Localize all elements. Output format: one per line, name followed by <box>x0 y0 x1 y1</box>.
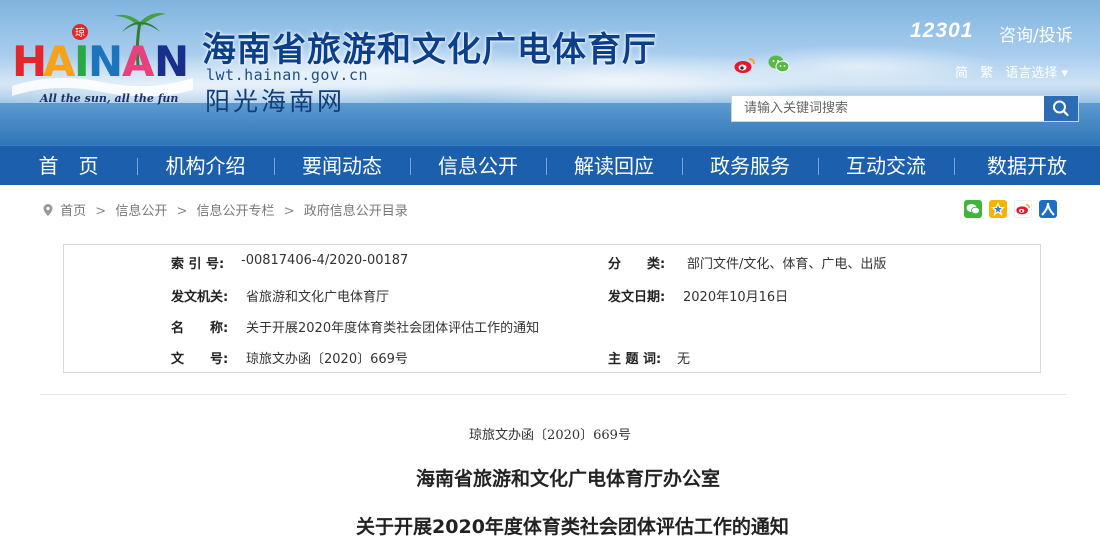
nav-interaction[interactable]: 互动交流 <box>818 146 954 186</box>
meta-row: 发文机关: 省旅游和文化广电体育厅 发文日期: 2020年10月16日 <box>64 286 1040 316</box>
breadcrumb-info-column[interactable]: 信息公开专栏 <box>197 204 275 219</box>
weibo-share-icon[interactable] <box>1014 200 1032 218</box>
document-number: 琼旅文办函〔2020〕669号 <box>469 428 631 443</box>
consult-complaint-link[interactable]: 咨询/投诉 <box>999 21 1073 46</box>
lang-simplified[interactable]: 简 <box>955 66 968 81</box>
meta-row: 文 号: 琼旅文办函〔2020〕669号 主 题 词: 无 <box>64 348 1040 378</box>
site-header: H A I N A N 琼 All the sun, all the fun 海… <box>0 0 1100 145</box>
breadcrumb-catalog[interactable]: 政府信息公开目录 <box>304 204 408 219</box>
meta-index-label: 索 引 号: <box>171 257 225 272</box>
nav-organization[interactable]: 机构介绍 <box>137 146 274 186</box>
breadcrumb-separator: > <box>283 204 295 219</box>
meta-name-value: 关于开展2020年度体育类社会团体评估工作的通知 <box>246 321 540 336</box>
wechat-icon[interactable] <box>768 54 790 74</box>
meta-name-label: 名 称: <box>171 321 229 336</box>
search-button[interactable] <box>1044 96 1078 121</box>
meta-docno-label: 文 号: <box>171 352 229 367</box>
search-icon <box>1053 100 1069 117</box>
nav-home[interactable]: 首 页 <box>0 146 137 186</box>
lang-select[interactable]: 语言选择 ▾ <box>1005 66 1068 81</box>
svg-text:N: N <box>88 37 123 86</box>
share-bar <box>964 200 1057 218</box>
search-input[interactable] <box>732 96 1042 121</box>
nav-interpretation[interactable]: 解读回应 <box>546 146 682 186</box>
lang-traditional[interactable]: 繁 <box>980 66 993 81</box>
meta-subject-value: 无 <box>677 352 691 367</box>
meta-row: 名 称: 关于开展2020年度体育类社会团体评估工作的通知 <box>64 317 1040 347</box>
breadcrumb: 首页 > 信息公开 > 信息公开专栏 > 政府信息公开目录 <box>43 200 408 219</box>
svg-text:A: A <box>122 37 155 86</box>
hotline-number[interactable]: 12301 <box>910 19 973 43</box>
document-title: 关于开展2020年度体育类社会团体评估工作的通知 <box>356 516 789 538</box>
search-box <box>731 95 1079 122</box>
breadcrumb-info-disclosure[interactable]: 信息公开 <box>115 204 167 219</box>
svg-text:琼: 琼 <box>75 26 85 39</box>
qzone-share-icon[interactable] <box>989 200 1007 218</box>
meta-date-value: 2020年10月16日 <box>683 290 789 305</box>
location-pin-icon <box>43 204 53 216</box>
nav-open-data[interactable]: 数据开放 <box>954 146 1100 186</box>
meta-date-label: 发文日期: <box>608 290 666 305</box>
meta-index-value: -00817406-4/2020-00187 <box>241 253 409 268</box>
content-divider <box>40 394 1067 395</box>
svg-text:A: A <box>43 37 76 86</box>
meta-category-value: 部门文件/文化、体育、广电、出版 <box>687 257 887 272</box>
meta-issuer-value: 省旅游和文化广电体育厅 <box>246 290 390 305</box>
main-nav: 首 页 机构介绍 要闻动态 信息公开 解读回应 政务服务 互动交流 数据开放 <box>0 145 1100 185</box>
meta-category-label: 分 类: <box>608 257 666 272</box>
meta-docno-value: 琼旅文办函〔2020〕669号 <box>246 352 408 367</box>
logo-slogan: All the sun, all the fun <box>40 92 179 105</box>
wechat-share-icon[interactable] <box>964 200 982 218</box>
meta-row: 索 引 号: -00817406-4/2020-00187 分 类: 部门文件/… <box>64 253 1040 283</box>
breadcrumb-home[interactable]: 首页 <box>60 204 86 219</box>
renren-share-icon[interactable] <box>1039 200 1057 218</box>
document-issuing-office: 海南省旅游和文化广电体育厅办公室 <box>415 468 720 490</box>
weibo-icon[interactable] <box>734 56 756 74</box>
meta-subject-label: 主 题 词: <box>608 352 662 367</box>
site-title[interactable]: 海南省旅游和文化广电体育厅 <box>202 22 657 71</box>
logo-letter-h: H <box>12 37 47 86</box>
meta-issuer-label: 发文机关: <box>171 290 229 305</box>
breadcrumb-row: 首页 > 信息公开 > 信息公开专栏 > 政府信息公开目录 <box>0 185 1100 223</box>
language-bar: 简 繁 语言选择 ▾ <box>955 62 1076 81</box>
breadcrumb-separator: > <box>176 204 188 219</box>
site-subtitle: 阳光海南网 <box>205 87 346 116</box>
nav-government-services[interactable]: 政务服务 <box>682 146 818 186</box>
document-meta-table: 索 引 号: -00817406-4/2020-00187 分 类: 部门文件/… <box>63 244 1041 373</box>
breadcrumb-separator: > <box>95 204 107 219</box>
nav-info-disclosure[interactable]: 信息公开 <box>410 146 546 186</box>
svg-text:N: N <box>154 37 189 86</box>
nav-news[interactable]: 要闻动态 <box>274 146 410 186</box>
